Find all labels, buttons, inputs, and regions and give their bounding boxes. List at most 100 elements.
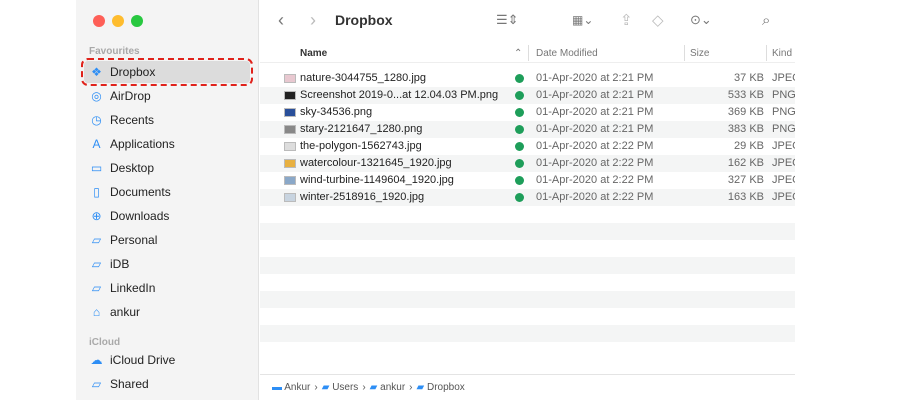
column-date[interactable]: Date Modified — [536, 48, 598, 59]
path-item[interactable]: ▰ ankur — [370, 382, 406, 393]
empty-row — [260, 240, 795, 257]
sidebar-item-personal[interactable]: ▱ Personal — [84, 229, 250, 251]
back-button[interactable]: ‹ — [278, 10, 284, 31]
folder-icon: ▱ — [91, 281, 102, 295]
file-date: 01-Apr-2020 at 2:21 PM — [536, 72, 654, 84]
folder-icon: ▰ — [369, 382, 378, 393]
sidebar-item-documents[interactable]: ▯ Documents — [84, 181, 250, 203]
sidebar-item-ankur[interactable]: ⌂ ankur — [84, 301, 250, 323]
path-item-label: ankur — [380, 382, 406, 393]
empty-row — [260, 291, 795, 308]
empty-row — [260, 206, 795, 223]
sidebar-item-idb[interactable]: ▱ iDB — [84, 253, 250, 275]
file-row[interactable]: nature-3044755_1280.jpg 01-Apr-2020 at 2:… — [260, 70, 795, 87]
window-title: Dropbox — [335, 12, 393, 28]
shared-folder-icon: ▱ — [91, 377, 102, 391]
list-view-icon[interactable]: ☰⇕ — [496, 12, 519, 28]
dropbox-icon: ❖ — [91, 65, 102, 79]
path-item-label: Ankur — [284, 382, 311, 393]
window-controls — [93, 15, 143, 27]
file-kind: JPEG — [772, 140, 795, 152]
sidebar-item-label: Shared — [110, 377, 149, 391]
sidebar-item-label: LinkedIn — [110, 281, 156, 295]
file-kind: PNG — [772, 89, 795, 101]
sidebar-item-downloads[interactable]: ⊕ Downloads — [84, 205, 250, 227]
sidebar-item-label: iCloud Drive — [110, 353, 176, 367]
file-size: 533 KB — [727, 89, 764, 101]
file-thumbnail-icon — [284, 125, 296, 134]
sidebar-item-label: AirDrop — [110, 89, 151, 103]
file-thumbnail-icon — [284, 176, 296, 185]
path-item[interactable]: ▰ Dropbox — [417, 382, 465, 393]
more-actions-icon[interactable]: ⊙⌄ — [690, 12, 712, 28]
disk-icon: ▬ — [272, 382, 282, 393]
file-row[interactable]: watercolour-1321645_1920.jpg 01-Apr-2020 … — [260, 155, 795, 172]
sidebar-item-icloud-drive[interactable]: ☁ iCloud Drive — [84, 349, 250, 371]
section-icloud: iCloud — [89, 337, 121, 348]
file-row[interactable]: winter-2518916_1920.jpg 01-Apr-2020 at 2:… — [260, 189, 795, 206]
file-thumbnail-icon — [284, 91, 296, 100]
synced-check-icon — [515, 193, 524, 202]
forward-button[interactable]: › — [310, 10, 316, 31]
path-item[interactable]: ▰ Users — [322, 382, 359, 393]
folder-icon: ▱ — [91, 257, 102, 271]
sidebar-item-label: Documents — [110, 185, 171, 199]
sidebar-item-recents[interactable]: ◷ Recents — [84, 109, 250, 131]
synced-check-icon — [515, 125, 524, 134]
desktop-icon: ▭ — [90, 161, 103, 175]
file-name: wind-turbine-1149604_1920.jpg — [300, 174, 454, 186]
folder-icon: ▱ — [91, 233, 102, 247]
synced-check-icon — [515, 142, 524, 151]
file-size: 162 KB — [727, 157, 764, 169]
file-kind: JPEG — [772, 72, 795, 84]
synced-check-icon — [515, 91, 524, 100]
column-name[interactable]: Name — [300, 48, 327, 59]
file-size: 383 KB — [727, 123, 764, 135]
sidebar-item-label: Applications — [110, 137, 175, 151]
file-row[interactable]: wind-turbine-1149604_1920.jpg 01-Apr-2020… — [260, 172, 795, 189]
share-icon[interactable]: ⇪ — [620, 11, 633, 29]
sort-ascending-icon: ⌃ — [514, 48, 523, 59]
column-kind[interactable]: Kind — [772, 48, 792, 59]
sidebar-item-desktop[interactable]: ▭ Desktop — [84, 157, 250, 179]
sidebar: Favourites ❖ Dropbox ◎ AirDrop ◷ Recents A Appl… — [76, 0, 259, 400]
file-date: 01-Apr-2020 at 2:21 PM — [536, 106, 654, 118]
path-item[interactable]: ▬ Ankur — [272, 382, 310, 393]
file-size: 29 KB — [734, 140, 764, 152]
empty-row — [260, 223, 795, 240]
chevron-right-icon: › — [314, 382, 318, 393]
home-icon: ⌂ — [92, 305, 101, 319]
file-size: 327 KB — [727, 174, 764, 186]
sidebar-item-linkedin[interactable]: ▱ LinkedIn — [84, 277, 250, 299]
document-icon: ▯ — [93, 185, 100, 199]
close-button[interactable] — [93, 15, 105, 27]
file-row[interactable]: sky-34536.png 01-Apr-2020 at 2:21 PM 369 K… — [260, 104, 795, 121]
tag-icon[interactable]: ◇ — [652, 11, 664, 29]
sidebar-item-label: Downloads — [110, 209, 170, 223]
zoom-button[interactable] — [131, 15, 143, 27]
file-name: nature-3044755_1280.jpg — [300, 72, 427, 84]
airdrop-icon: ◎ — [91, 89, 102, 103]
file-thumbnail-icon — [284, 74, 296, 83]
sidebar-item-airdrop[interactable]: ◎ AirDrop — [84, 85, 250, 107]
file-date: 01-Apr-2020 at 2:22 PM — [536, 174, 654, 186]
file-date: 01-Apr-2020 at 2:22 PM — [536, 140, 654, 152]
file-name: watercolour-1321645_1920.jpg — [300, 157, 452, 169]
group-icon[interactable]: ▦⌄ — [572, 13, 593, 27]
file-thumbnail-icon — [284, 108, 296, 117]
search-icon[interactable]: ⌕ — [762, 12, 770, 29]
clock-icon: ◷ — [91, 113, 102, 127]
synced-check-icon — [515, 159, 524, 168]
file-name: the-polygon-1562743.jpg — [300, 140, 422, 152]
sidebar-item-shared[interactable]: ▱ Shared — [84, 373, 250, 395]
file-row[interactable]: stary-2121647_1280.png 01-Apr-2020 at 2:2… — [260, 121, 795, 138]
sidebar-item-applications[interactable]: A Applications — [84, 133, 250, 155]
sidebar-item-dropbox[interactable]: ❖ Dropbox — [81, 58, 253, 86]
file-thumbnail-icon — [284, 142, 296, 151]
file-row[interactable]: the-polygon-1562743.jpg 01-Apr-2020 at 2:… — [260, 138, 795, 155]
column-size[interactable]: Size — [690, 48, 709, 59]
file-row[interactable]: Screenshot 2019-0...at 12.04.03 PM.png 01… — [260, 87, 795, 104]
file-name: stary-2121647_1280.png — [300, 123, 423, 135]
minimize-button[interactable] — [112, 15, 124, 27]
empty-row — [260, 308, 795, 325]
